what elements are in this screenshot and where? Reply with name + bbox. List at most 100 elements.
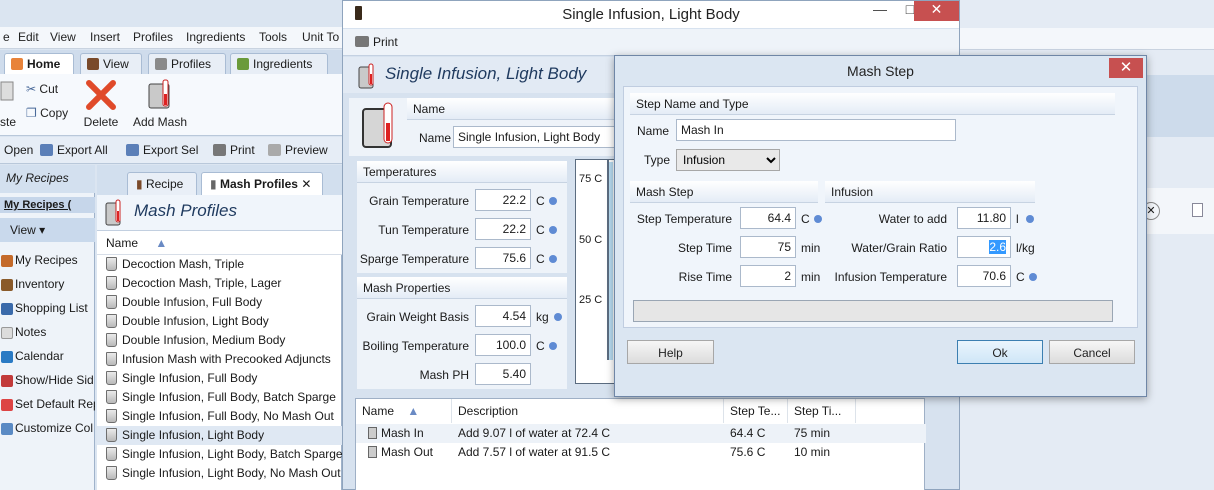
list-column-header-name[interactable]: Name ▲ [97,231,342,255]
step-name-input[interactable] [676,119,956,141]
close-window-button[interactable]: ✕ [914,1,959,21]
ok-button[interactable]: Ok [957,340,1043,364]
nav-item-my-recipes[interactable]: My Recipes [0,250,95,272]
nav-item-show-hide-sidebar[interactable]: Show/Hide Sid [0,370,95,392]
tab-home[interactable]: Home [4,53,74,74]
nav-item-inventory[interactable]: Inventory [0,274,95,296]
column-header-step-time[interactable]: Step Ti... [788,399,856,423]
list-item[interactable]: Decoction Mash, Triple [97,255,342,274]
list-item-label: Double Infusion, Light Body [122,314,269,328]
nav-item-customize-columns[interactable]: Customize Col [0,418,95,440]
menu-view[interactable]: View [50,30,76,44]
list-item[interactable]: Decoction Mash, Triple, Lager [97,274,342,293]
list-item[interactable]: Single Infusion, Light Body, Batch Sparg… [97,445,342,464]
boiling-temperature-input[interactable] [475,334,531,356]
profile-name-input[interactable] [453,126,633,148]
cut-button[interactable]: ✂ Cut [26,82,58,96]
list-item[interactable]: Double Infusion, Light Body [97,312,342,331]
nav-item-set-default-report[interactable]: Set Default Rep [0,394,95,416]
ingredients-icon [237,58,249,70]
column-header-name[interactable]: Name ▲ [356,399,452,423]
rise-time-label: Rise Time [678,270,732,284]
help-button[interactable]: Help [627,340,714,364]
menu-unit-tools[interactable]: Unit To [302,30,339,44]
printer-icon [355,36,369,47]
info-dot-icon [549,255,557,263]
add-mash-button[interactable]: Add Mash [130,78,190,132]
step-time-input[interactable] [740,236,796,258]
list-item[interactable]: Single Infusion, Light Body [97,426,342,445]
export-all-button[interactable]: Export All [40,143,108,157]
document-icon[interactable] [1192,203,1203,217]
water-to-add-unit: l [1016,212,1019,226]
nav-item-notes[interactable]: Notes [0,322,95,344]
water-to-add-input[interactable] [957,207,1011,229]
rise-time-input[interactable] [740,265,796,287]
list-item[interactable]: Single Infusion, Full Body [97,369,342,388]
nav-item-shopping-list[interactable]: Shopping List [0,298,95,320]
mash-properties-header: Mash Properties [357,277,567,299]
ribbon-tabs: Home View Profiles Ingredients [0,50,350,74]
table-row[interactable]: Mash Out Add 7.57 l of water at 91.5 C 7… [356,443,926,462]
nav-group-my-recipes[interactable]: My Recipes ( [0,197,95,213]
tab-view[interactable]: View [80,53,142,74]
info-dot-icon [549,197,557,205]
tab-mash-profiles[interactable]: ▮ Mash Profiles ✕ [201,172,323,195]
step-temperature-unit: C [801,212,810,226]
menu-profiles[interactable]: Profiles [133,30,173,44]
export-selected-button[interactable]: Export Sel [126,143,198,157]
list-item[interactable]: Single Infusion, Full Body, No Mash Out [97,407,342,426]
step-name-label: Name [637,124,670,138]
preview-button[interactable]: Preview [268,143,328,157]
info-dot-icon [1026,215,1034,223]
step-type-select[interactable]: Infusion [676,149,780,171]
nav-view-dropdown[interactable]: View ▾ [0,218,95,242]
tab-recipe[interactable]: ▮ Recipe [127,172,197,195]
infusion-temperature-input[interactable] [957,265,1011,287]
grain-temperature-input[interactable] [475,189,531,211]
temperatures-header: Temperatures [357,161,567,183]
water-grain-ratio-input[interactable]: 2.6 [957,236,1011,258]
pin-icon [1,399,13,411]
cancel-button[interactable]: Cancel [1049,340,1135,364]
grain-weight-input[interactable] [475,305,531,327]
close-tab-icon[interactable]: ✕ [301,177,311,191]
menu-ingredients[interactable]: Ingredients [186,30,245,44]
copy-button[interactable]: ❐ Copy [26,106,68,120]
list-item[interactable]: Infusion Mash with Precooked Adjuncts [97,350,342,369]
chart-area-fill [609,162,613,360]
delete-button[interactable]: Delete [82,78,120,132]
menu-edit[interactable]: Edit [18,30,39,44]
mash-ph-input[interactable] [475,363,531,385]
tun-temperature-input[interactable] [475,218,531,240]
minimize-button[interactable]: — [865,1,895,21]
paste-button[interactable] [0,80,18,110]
delete-x-icon [86,80,116,110]
step-time-label: Step Time [677,241,732,255]
print-button[interactable]: Print [355,35,398,49]
tun-temperature-label: Tun Temperature [378,223,469,237]
column-header-description[interactable]: Description [452,399,724,423]
list-item[interactable]: Single Infusion, Full Body, Batch Sparge [97,388,342,407]
tab-profiles[interactable]: Profiles [148,53,226,74]
sparge-temperature-input[interactable] [475,247,531,269]
mash-profile-icon [106,314,117,328]
list-title-bar: Mash Profiles [97,195,342,231]
mash-profile-icon [106,447,117,461]
open-button[interactable]: Open [4,143,33,157]
info-dot-icon [1029,273,1037,281]
list-item[interactable]: Single Infusion, Light Body, No Mash Out [97,464,342,483]
tab-ingredients[interactable]: Ingredients [230,53,328,74]
column-header-step-temp[interactable]: Step Te... [724,399,788,423]
menu-file[interactable]: e [3,30,10,44]
dialog-close-button[interactable]: ✕ [1109,58,1143,78]
list-item[interactable]: Double Infusion, Full Body [97,293,342,312]
mash-profile-icon [106,295,117,309]
menu-tools[interactable]: Tools [259,30,287,44]
table-row[interactable]: Mash In Add 9.07 l of water at 72.4 C 64… [356,424,926,443]
list-item[interactable]: Double Infusion, Medium Body [97,331,342,350]
step-temperature-input[interactable] [740,207,796,229]
print-button[interactable]: Print [213,143,255,157]
menu-insert[interactable]: Insert [90,30,120,44]
nav-item-calendar[interactable]: Calendar [0,346,95,368]
